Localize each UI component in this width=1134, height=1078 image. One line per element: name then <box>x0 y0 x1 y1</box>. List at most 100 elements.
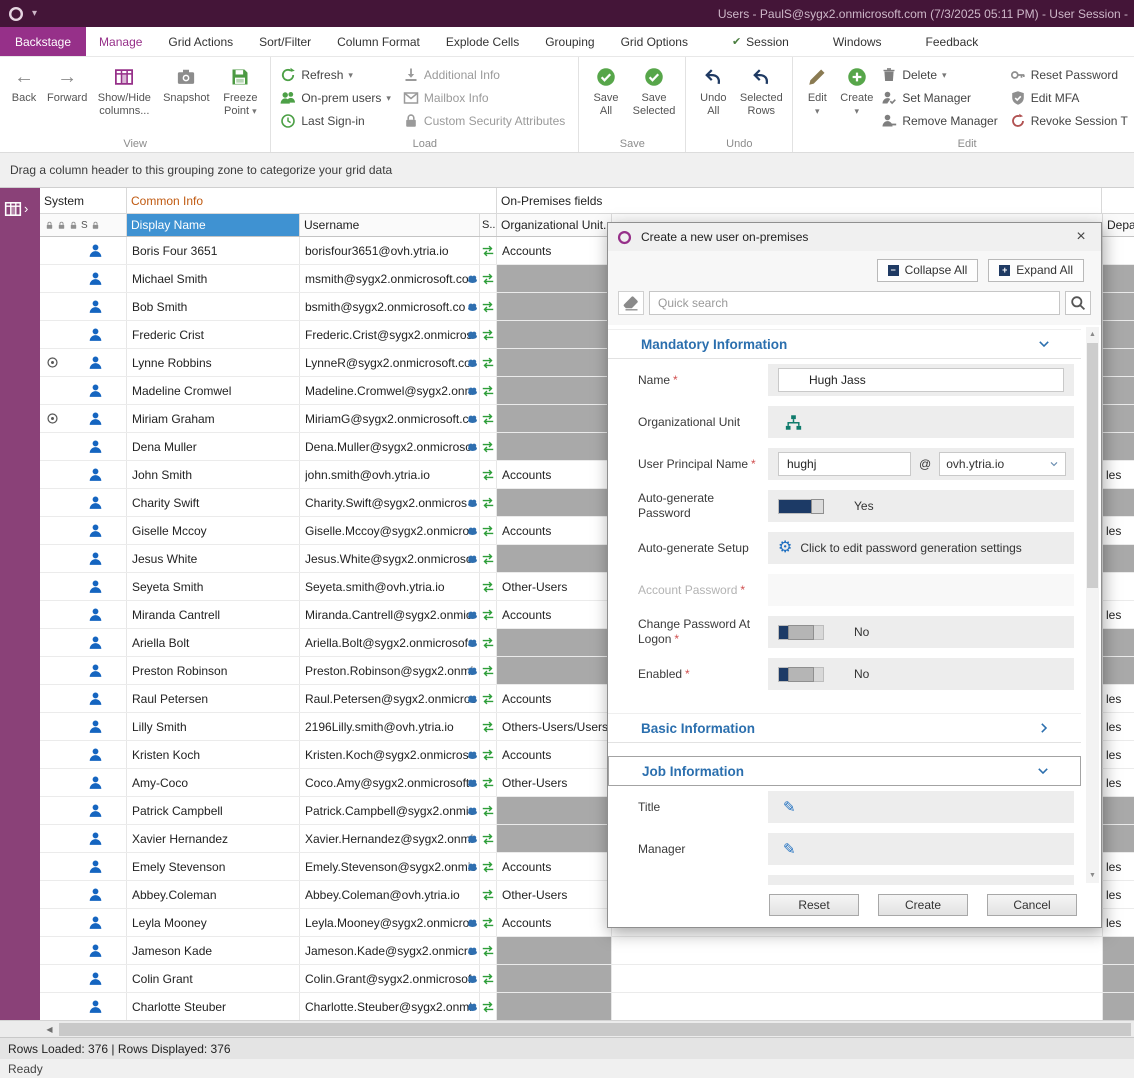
username-cell[interactable]: Ariella.Bolt@sygx2.onmicrosof <box>300 629 480 656</box>
display-name-cell[interactable]: Frederic Crist <box>127 321 300 348</box>
expand-panel-icon[interactable]: › <box>24 200 28 218</box>
username-cell[interactable]: Patrick.Campbell@sygx2.onmic <box>300 797 480 824</box>
org-unit-cell[interactable] <box>497 265 612 292</box>
display-name-cell[interactable]: Lilly Smith <box>127 713 300 740</box>
org-unit-cell[interactable] <box>497 377 612 404</box>
org-unit-cell[interactable]: Other-Users <box>497 573 612 600</box>
username-cell[interactable]: Dena.Muller@sygx2.onmicrosc <box>300 433 480 460</box>
username-cell[interactable]: Raul.Petersen@sygx2.onmicros <box>300 685 480 712</box>
freeze-point-button[interactable]: Freeze Point ▾ <box>215 58 265 136</box>
org-unit-cell[interactable]: Accounts <box>497 237 612 264</box>
org-unit-cell[interactable] <box>497 545 612 572</box>
undo-selected-rows-button[interactable]: Selected Rows <box>735 58 787 136</box>
title-field[interactable]: ✎ <box>768 791 1074 823</box>
section-header-basic-information[interactable]: Basic Information <box>608 713 1081 743</box>
change-password-toggle[interactable] <box>778 625 824 640</box>
manager-field[interactable]: ✎ <box>768 833 1074 865</box>
grouping-zone[interactable]: Drag a column header to this grouping zo… <box>0 152 1134 188</box>
username-cell[interactable]: Colin.Grant@sygx2.onmicrosof <box>300 965 480 992</box>
username-cell[interactable]: Preston.Robinson@sygx2.onmi <box>300 657 480 684</box>
org-unit-cell[interactable] <box>497 937 612 964</box>
username-cell[interactable]: msmith@sygx2.onmicrosoft.co <box>300 265 480 292</box>
tab-session[interactable]: ✔Session <box>719 27 802 56</box>
additional-info-button[interactable]: Additional Info <box>403 67 565 83</box>
username-cell[interactable]: borisfour3651@ovh.ytria.io <box>300 237 480 264</box>
display-name-cell[interactable]: Dena Muller <box>127 433 300 460</box>
display-name-cell[interactable]: Ariella Bolt <box>127 629 300 656</box>
display-name-cell[interactable]: Miranda Cantrell <box>127 601 300 628</box>
clear-search-button[interactable] <box>618 291 644 315</box>
display-name-cell[interactable]: Leyla Mooney <box>127 909 300 936</box>
display-name-cell[interactable]: Madeline Cromwel <box>127 377 300 404</box>
column-header-org-unit[interactable]: Organizational Unit... <box>497 214 612 236</box>
quick-access-caret-icon[interactable]: ▾ <box>32 8 37 19</box>
remove-manager-button[interactable]: Remove Manager <box>881 113 997 129</box>
upn-domain-select[interactable]: ovh.ytria.io <box>939 452 1066 476</box>
name-input[interactable] <box>778 368 1064 392</box>
expand-all-button[interactable]: +Expand All <box>988 259 1084 282</box>
horizontal-scrollbar[interactable]: ◀ <box>0 1020 1134 1037</box>
display-name-cell[interactable]: Patrick Campbell <box>127 797 300 824</box>
username-cell[interactable]: Charity.Swift@sygx2.onmicros <box>300 489 480 516</box>
save-selected-button[interactable]: Save Selected <box>628 58 681 136</box>
org-unit-picker[interactable] <box>768 406 1074 438</box>
group-header-system[interactable]: System <box>40 188 127 213</box>
username-cell[interactable]: Jameson.Kade@sygx2.onmicro <box>300 937 480 964</box>
scrollbar-thumb[interactable] <box>1087 343 1098 588</box>
auto-generate-password-toggle[interactable] <box>778 499 824 514</box>
close-icon[interactable]: × <box>1067 225 1095 249</box>
table-row[interactable]: Charlotte SteuberCharlotte.Steuber@sygx2… <box>40 993 1134 1020</box>
password-generation-settings-button[interactable]: ⚙Click to edit password generation setti… <box>768 532 1074 564</box>
search-button[interactable] <box>1065 291 1091 315</box>
org-unit-cell[interactable] <box>497 433 612 460</box>
username-cell[interactable]: Xavier.Hernandez@sygx2.onmi <box>300 825 480 852</box>
set-manager-button[interactable]: Set Manager <box>881 90 997 106</box>
display-name-cell[interactable]: Colin Grant <box>127 965 300 992</box>
org-unit-cell[interactable]: Accounts <box>497 741 612 768</box>
username-cell[interactable]: LynneR@sygx2.onmicrosoft.co <box>300 349 480 376</box>
edit-button[interactable]: Edit▾ <box>798 58 836 136</box>
username-cell[interactable]: Madeline.Cromwel@sygx2.onn <box>300 377 480 404</box>
undo-all-button[interactable]: Undo All <box>691 58 735 136</box>
table-row[interactable]: Colin GrantColin.Grant@sygx2.onmicrosof <box>40 965 1134 993</box>
upn-input[interactable] <box>778 452 911 476</box>
revoke-session-button[interactable]: Revoke Session T <box>1010 113 1128 129</box>
display-name-cell[interactable]: Bob Smith <box>127 293 300 320</box>
tab-explode-cells[interactable]: Explode Cells <box>433 27 532 56</box>
refresh-button[interactable]: Refresh▾ <box>280 67 391 83</box>
save-all-button[interactable]: Save All <box>584 58 627 136</box>
org-unit-cell[interactable]: Accounts <box>497 601 612 628</box>
display-name-cell[interactable]: Raul Petersen <box>127 685 300 712</box>
org-unit-cell[interactable]: Accounts <box>497 685 612 712</box>
org-unit-cell[interactable] <box>497 993 612 1020</box>
org-unit-cell[interactable]: Other-Users <box>497 769 612 796</box>
org-unit-cell[interactable] <box>497 321 612 348</box>
group-header-on-premises[interactable]: On-Premises fields <box>497 188 1102 213</box>
tab-windows[interactable]: Windows <box>820 27 895 56</box>
display-name-cell[interactable]: John Smith <box>127 461 300 488</box>
mailbox-info-button[interactable]: Mailbox Info <box>403 90 565 106</box>
back-button[interactable]: ←Back <box>5 58 43 136</box>
username-cell[interactable]: Miranda.Cantrell@sygx2.onmic <box>300 601 480 628</box>
org-unit-cell[interactable]: Other-Users <box>497 881 612 908</box>
display-name-cell[interactable]: Charlotte Steuber <box>127 993 300 1020</box>
username-cell[interactable]: Jesus.White@sygx2.onmicroso <box>300 545 480 572</box>
org-unit-cell[interactable]: Accounts <box>497 853 612 880</box>
username-cell[interactable]: Seyeta.smith@ovh.ytria.io <box>300 573 480 600</box>
delete-button[interactable]: Delete▾ <box>881 67 997 83</box>
username-cell[interactable]: Emely.Stevenson@sygx2.onmic <box>300 853 480 880</box>
tab-feedback[interactable]: Feedback <box>913 27 992 56</box>
org-unit-cell[interactable] <box>497 965 612 992</box>
username-cell[interactable]: MiriamG@sygx2.onmicrosoft.c <box>300 405 480 432</box>
tab-grid-actions[interactable]: Grid Actions <box>155 27 246 56</box>
org-unit-cell[interactable] <box>497 489 612 516</box>
username-cell[interactable]: Leyla.Mooney@sygx2.onmicro <box>300 909 480 936</box>
custom-security-attributes-button[interactable]: Custom Security Attributes <box>403 113 565 129</box>
display-name-cell[interactable]: Preston Robinson <box>127 657 300 684</box>
display-name-cell[interactable]: Kristen Koch <box>127 741 300 768</box>
on-prem-users-button[interactable]: On-prem users▾ <box>280 90 391 106</box>
left-panel[interactable]: › <box>0 188 40 1020</box>
column-header-username[interactable]: Username <box>300 214 480 236</box>
display-name-cell[interactable]: Jameson Kade <box>127 937 300 964</box>
display-name-cell[interactable]: Abbey.Coleman <box>127 881 300 908</box>
